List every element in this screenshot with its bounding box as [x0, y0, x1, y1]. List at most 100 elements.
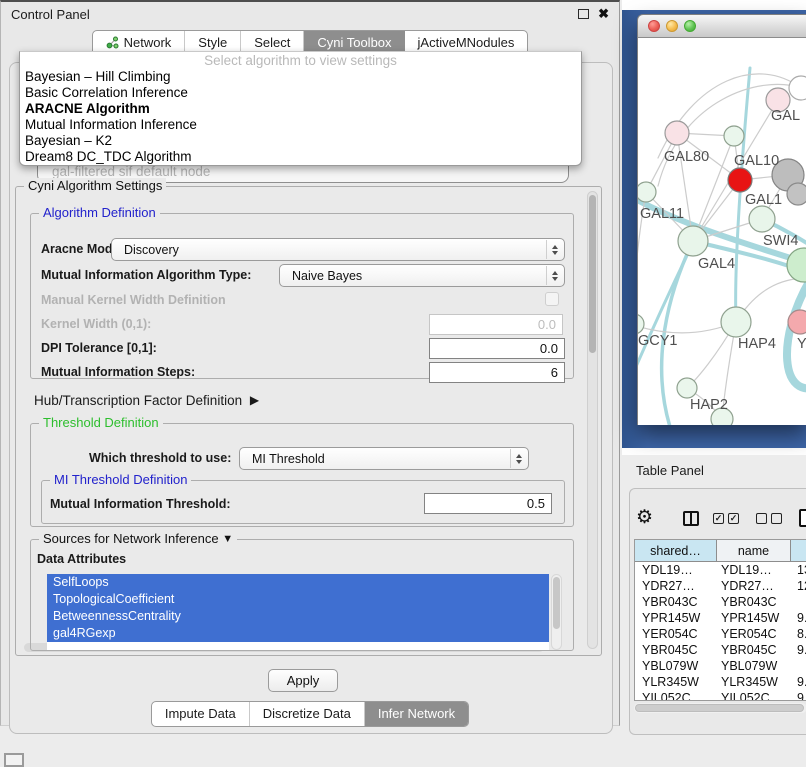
unchecked-pair-icon[interactable] [756, 513, 782, 524]
stepper-arrows-icon[interactable] [546, 240, 563, 259]
network-edge[interactable] [787, 280, 806, 388]
network-canvas[interactable]: GALGAL80GAL10GAL11GAL1GAL4SWI4GCY1HAP4YH… [637, 38, 806, 425]
column-header-partial[interactable] [791, 540, 806, 561]
data-attribute-item[interactable]: gal4RGexp [47, 625, 549, 642]
algorithm-option[interactable]: Mutual Information Inference [20, 117, 581, 133]
float-window-icon[interactable] [578, 9, 589, 19]
table-row[interactable]: YBR045CYBR045C9. [635, 642, 806, 658]
table-cell[interactable]: YBR043C [717, 595, 791, 609]
apply-button[interactable]: Apply [268, 669, 338, 692]
stepper-arrows-icon[interactable] [510, 449, 527, 468]
table-row[interactable]: YER054CYER054C8. [635, 626, 806, 642]
table-row[interactable]: YBR043CYBR043C [635, 594, 806, 610]
table-row[interactable]: YPR145WYPR145W9. [635, 610, 806, 626]
table-row[interactable]: YIL052CYIL052C9. [635, 690, 806, 700]
table-cell[interactable]: 9. [791, 691, 806, 700]
network-node[interactable] [749, 206, 775, 232]
scrollbar-thumb[interactable] [553, 577, 560, 629]
algorithm-option[interactable]: Bayesian – K2 [20, 133, 581, 149]
table-cell[interactable]: YER054C [635, 627, 717, 641]
network-node[interactable] [721, 307, 751, 337]
table-cell[interactable]: 9. [791, 643, 806, 657]
close-traffic-light-icon[interactable] [648, 20, 660, 32]
table-cell[interactable]: YDR27… [717, 579, 791, 593]
minimized-panel-icon[interactable] [4, 753, 24, 767]
expand-right-triangle-icon[interactable]: ▶ [250, 393, 259, 407]
aracne-mode-combobox[interactable]: Discovery [111, 238, 565, 261]
table-cell[interactable]: 13 [791, 563, 806, 577]
algorithm-option[interactable]: Dream8 DC_TDC Algorithm [20, 149, 581, 165]
data-attributes-list[interactable]: SelfLoopsTopologicalCoefficientBetweenne… [47, 574, 549, 650]
minimize-traffic-light-icon[interactable] [666, 20, 678, 32]
table-cell[interactable]: YBL079W [717, 659, 791, 673]
tab-infer-network[interactable]: Infer Network [365, 702, 468, 726]
network-node[interactable] [787, 183, 806, 205]
network-graph[interactable]: GALGAL80GAL10GAL11GAL1GAL4SWI4GCY1HAP4YH… [638, 38, 806, 425]
network-node[interactable] [665, 121, 689, 145]
network-edge[interactable] [638, 243, 693, 376]
algorithm-option[interactable]: Bayesian – Hill Climbing [20, 69, 581, 85]
algorithm-option[interactable]: ARACNE Algorithm [20, 101, 581, 117]
table-cell[interactable]: YBR045C [717, 643, 791, 657]
column-header-name[interactable]: name [717, 540, 791, 561]
mi-algorithm-type-combobox[interactable]: Naive Bayes [279, 264, 565, 287]
table-row[interactable]: YDR27…YDR27…12 [635, 578, 806, 594]
scrollbar-thumb[interactable] [635, 704, 804, 712]
sources-group-title[interactable]: Sources for Network Inference ▼ [39, 531, 237, 546]
which-threshold-combobox[interactable]: MI Threshold [239, 447, 529, 470]
tab-impute-data[interactable]: Impute Data [152, 702, 250, 726]
table-horizontal-scrollbar[interactable] [634, 703, 806, 713]
table-row[interactable]: YLR345WYLR345W9. [635, 674, 806, 690]
manual-kernel-width-checkbox[interactable] [545, 292, 559, 306]
algorithm-option[interactable]: Basic Correlation Inference [20, 85, 581, 101]
table-cell[interactable]: YDL19… [635, 563, 717, 577]
checked-pair-icon[interactable]: ✓ ✓ [713, 513, 739, 524]
document-icon[interactable] [799, 509, 806, 527]
column-header-shared[interactable]: shared… [635, 540, 717, 561]
kernel-width-field[interactable]: 0.0 [429, 314, 563, 335]
table-cell[interactable]: YIL052C [635, 691, 717, 700]
table-cell[interactable]: YBR043C [635, 595, 717, 609]
table-cell[interactable]: YBL079W [635, 659, 717, 673]
data-attribute-item[interactable]: TopologicalCoefficient [47, 591, 549, 608]
columns-icon[interactable] [683, 511, 699, 526]
network-node[interactable] [789, 76, 806, 100]
table-cell[interactable]: YDL19… [717, 563, 791, 577]
network-node[interactable] [638, 314, 644, 334]
data-attribute-item[interactable]: SelfLoops [47, 574, 549, 591]
tab-discretize-data[interactable]: Discretize Data [250, 702, 365, 726]
table-cell[interactable]: 9. [791, 611, 806, 625]
network-node[interactable] [787, 248, 806, 282]
collapse-down-triangle-icon[interactable]: ▼ [222, 533, 233, 545]
network-window-titlebar[interactable] [637, 14, 806, 38]
stepper-arrows-icon[interactable] [546, 266, 563, 285]
settings-vertical-scrollbar[interactable] [587, 191, 598, 649]
network-node[interactable] [788, 310, 806, 334]
table-row[interactable]: YDL19…YDL19…13 [635, 562, 806, 578]
network-node[interactable] [677, 378, 697, 398]
network-node[interactable] [724, 126, 744, 146]
network-node[interactable] [678, 226, 708, 256]
network-node[interactable] [728, 168, 752, 192]
table-cell[interactable]: YPR145W [717, 611, 791, 625]
table-cell[interactable]: YDR27… [635, 579, 717, 593]
zoom-traffic-light-icon[interactable] [684, 20, 696, 32]
dpi-tolerance-field[interactable]: 0.0 [429, 338, 565, 359]
mi-steps-field[interactable]: 6 [429, 362, 565, 383]
attributes-scrollbar[interactable] [551, 574, 562, 650]
mi-threshold-field[interactable]: 0.5 [424, 493, 552, 514]
scrollbar-thumb[interactable] [589, 195, 596, 353]
table-cell[interactable]: YBR045C [635, 643, 717, 657]
hub-definition-toggle[interactable]: Hub/Transcription Factor Definition ▶ [34, 393, 255, 408]
table-cell[interactable]: 9. [791, 675, 806, 689]
network-node[interactable] [638, 182, 656, 202]
table-cell[interactable]: 8. [791, 627, 806, 641]
table-cell[interactable]: YER054C [717, 627, 791, 641]
table-body[interactable]: YDL19…YDL19…13YDR27…YDR27…12YBR043CYBR04… [635, 562, 806, 700]
table-cell[interactable]: YLR345W [635, 675, 717, 689]
table-cell[interactable]: YLR345W [717, 675, 791, 689]
table-row[interactable]: YBL079WYBL079W [635, 658, 806, 674]
table-cell[interactable]: YPR145W [635, 611, 717, 625]
table-cell[interactable]: 12 [791, 579, 806, 593]
data-attribute-item[interactable]: BetweennessCentrality [47, 608, 549, 625]
